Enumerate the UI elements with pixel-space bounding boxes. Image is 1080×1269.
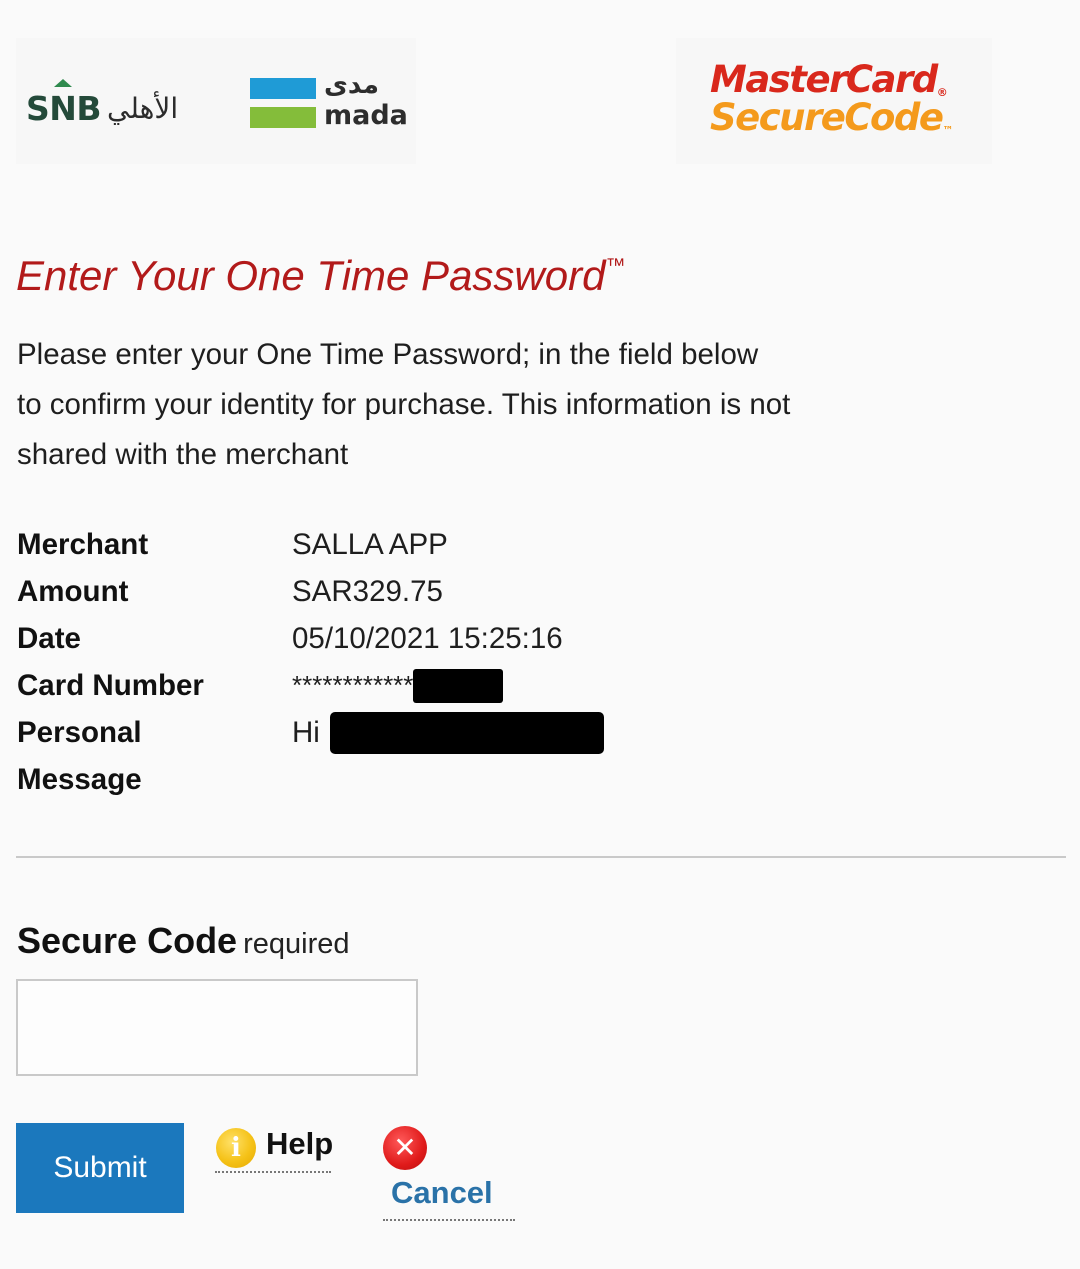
detail-row-personal-message: Personal Hi [17, 709, 917, 756]
mada-logo: مدى mada [250, 70, 415, 131]
personal-message-value: Hi [292, 711, 604, 754]
snb-logo: SNB الأهلي [26, 78, 178, 138]
detail-row-merchant: Merchant SALLA APP [17, 521, 917, 568]
snb-logo-mark [54, 78, 72, 87]
intro-line-3: shared with the merchant [17, 438, 349, 471]
help-label: Help [266, 1126, 334, 1161]
detail-row-personal-message-cont: Message [17, 756, 917, 803]
personal-message-redaction [329, 711, 604, 754]
submit-button[interactable]: Submit [16, 1123, 184, 1213]
mastercard-logo-text: MasterCard® [710, 58, 948, 101]
intro-text: Please enter your One Time Password; in … [17, 330, 897, 480]
transaction-details: Merchant SALLA APP Amount SAR329.75 Date… [17, 521, 917, 803]
amount-value: SAR329.75 [292, 574, 443, 608]
required-indicator: required [243, 928, 350, 960]
detail-row-card-number: Card Number ************ [17, 662, 917, 709]
cancel-link[interactable]: ✕ Cancel [383, 1126, 515, 1221]
trademark-symbol: ™ [605, 255, 626, 277]
merchant-value: SALLA APP [292, 527, 448, 561]
issuer-logos: SNB الأهلي مدى mada [16, 38, 416, 164]
card-number-label: Card Number [17, 668, 204, 702]
help-link[interactable]: i Help [215, 1125, 334, 1173]
mada-logo-bar-blue [250, 78, 316, 99]
date-label: Date [17, 621, 81, 655]
intro-line-2: to confirm your identity for purchase. T… [17, 388, 791, 421]
merchant-label: Merchant [17, 527, 149, 561]
close-icon: ✕ [383, 1126, 427, 1170]
card-number-masked: ************ [292, 670, 414, 700]
snb-logo-latin: SNB [26, 78, 102, 128]
detail-row-date: Date 05/10/2021 15:25:16 [17, 615, 917, 662]
secure-code-label-text: Secure Code [17, 920, 238, 961]
mada-logo-arabic: مدى [324, 70, 379, 100]
detail-row-amount: Amount SAR329.75 [17, 568, 917, 615]
date-value: 05/10/2021 15:25:16 [292, 621, 563, 655]
secure-code-input[interactable] [16, 979, 418, 1076]
secure-code-label: Secure Code required [17, 920, 349, 962]
header: SNB الأهلي مدى mada MasterCard® SecureCo… [0, 0, 1080, 200]
personal-message-label-line-2: Message [17, 762, 142, 796]
snb-logo-arabic: الأهلي [107, 91, 179, 125]
divider [16, 856, 1066, 858]
securecode-logo-text: SecureCode™ [710, 96, 954, 139]
mada-logo-bar-green [250, 107, 316, 128]
card-number-value: ************ [292, 668, 504, 703]
page-title: Enter Your One Time Password™ [16, 252, 626, 299]
amount-label: Amount [17, 574, 129, 608]
personal-message-greeting: Hi [292, 715, 320, 749]
cancel-label: Cancel [391, 1175, 493, 1210]
mastercard-securecode-logo: MasterCard® SecureCode™ [676, 38, 992, 164]
info-icon: i [216, 1128, 256, 1168]
mada-logo-latin: mada [324, 100, 408, 131]
personal-message-label-line-1: Personal [17, 715, 142, 749]
card-number-redaction [413, 668, 504, 703]
intro-line-1: Please enter your One Time Password; in … [17, 338, 759, 371]
